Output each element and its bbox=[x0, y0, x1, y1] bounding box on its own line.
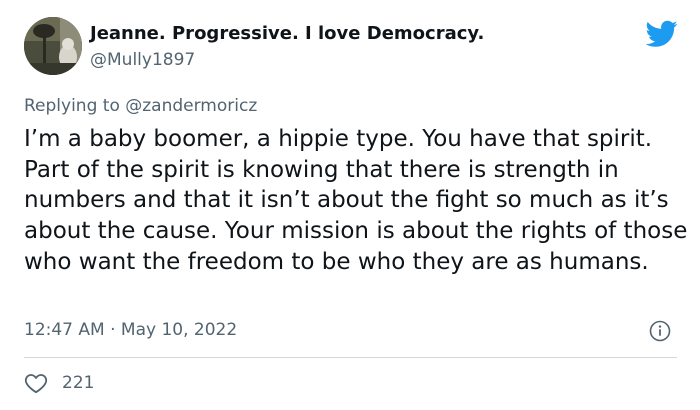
info-icon[interactable] bbox=[649, 320, 671, 342]
reply-mention-link[interactable]: @zandermoricz bbox=[125, 96, 257, 116]
heart-icon bbox=[24, 374, 48, 394]
like-button[interactable]: 221 bbox=[24, 370, 94, 396]
replying-to: Replying to @zandermoricz bbox=[24, 96, 257, 116]
tweet-text: I’m a baby boomer, a hippie type. You ha… bbox=[24, 126, 688, 275]
twitter-bird-icon[interactable] bbox=[646, 20, 678, 48]
replying-to-label: Replying to bbox=[24, 96, 126, 116]
tweet-timestamp[interactable]: 12:47 AM · May 10, 2022 bbox=[24, 320, 237, 340]
divider bbox=[24, 357, 677, 358]
display-name[interactable]: Jeanne. Progressive. I love Democracy. bbox=[90, 23, 484, 44]
avatar-image bbox=[24, 17, 82, 75]
like-count: 221 bbox=[62, 373, 95, 393]
tweet-card: Jeanne. Progressive. I love Democracy. @… bbox=[0, 0, 700, 410]
avatar[interactable] bbox=[24, 17, 82, 75]
user-handle[interactable]: @Mully1897 bbox=[90, 50, 195, 70]
